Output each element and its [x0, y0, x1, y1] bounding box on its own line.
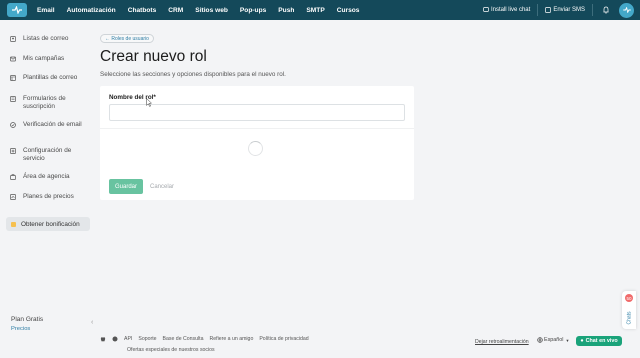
sidebar-item-templates[interactable]: Plantillas de correo	[10, 74, 92, 82]
loading-spinner-icon	[248, 141, 263, 156]
footer-link-support[interactable]: Soporte	[138, 336, 156, 342]
sidebar-item-agency[interactable]: Área de agencia	[10, 173, 92, 181]
pricing-icon	[10, 194, 16, 200]
sidebar-item-label: Formularios de suscripción	[23, 95, 66, 110]
nav-smtp[interactable]: SMTP	[306, 7, 324, 14]
footer-links: API Soporte Base de Consulta Refiere a u…	[100, 336, 315, 342]
nav-websites[interactable]: Sitios web	[195, 7, 228, 14]
sidebar-item-campaigns[interactable]: Mis campañas	[10, 55, 92, 63]
divider	[537, 4, 539, 16]
sidebar-item-label: Listas de correo	[23, 35, 69, 42]
logo-icon[interactable]	[7, 3, 27, 17]
avatar[interactable]	[619, 2, 634, 18]
plan-name: Plan Gratis	[11, 316, 44, 323]
nav-courses[interactable]: Cursos	[337, 7, 360, 14]
nav-automation[interactable]: Automatización	[67, 7, 116, 14]
sms-icon	[545, 7, 552, 13]
sidebar-item-label: Mis campañas	[23, 55, 65, 62]
divider	[100, 128, 414, 129]
live-chat-label: Chat en vivo	[585, 338, 618, 344]
sidebar-item-label: Verificación de email	[23, 121, 82, 128]
android-icon[interactable]	[112, 336, 118, 342]
nav-crm[interactable]: CRM	[168, 7, 183, 14]
page-title: Crear nuevo rol	[100, 48, 207, 65]
settings-icon	[10, 148, 16, 154]
main-nav: Email Automatización Chatbots CRM Sitios…	[37, 7, 371, 14]
bell-icon[interactable]	[602, 6, 610, 14]
nav-email[interactable]: Email	[37, 7, 55, 14]
collapse-sidebar-icon[interactable]: ‹	[91, 319, 93, 326]
sidebar-item-service-settings[interactable]: Configuración de servicio	[10, 147, 92, 162]
footer-link-privacy[interactable]: Política de privacidad	[259, 336, 308, 342]
top-nav-bar: Email Automatización Chatbots CRM Sitios…	[0, 0, 640, 20]
contacts-icon	[10, 36, 16, 42]
chat-icon	[483, 7, 489, 12]
sidebar-item-label: Obtener bonificación	[21, 220, 80, 228]
divider	[592, 4, 593, 16]
agency-icon	[10, 174, 16, 180]
language-select[interactable]: Español ▼	[537, 337, 569, 343]
sidebar-item-label: Área de agencia	[23, 173, 70, 180]
sidebar: Listas de correo Mis campañas Plantillas…	[0, 20, 96, 358]
cancel-button[interactable]: Cancelar	[150, 179, 174, 194]
mouse-cursor-icon	[146, 98, 152, 107]
verify-icon	[10, 122, 16, 128]
chats-badge: 50	[625, 294, 633, 302]
nav-push[interactable]: Push	[278, 7, 294, 14]
footer-link-refer[interactable]: Refiere a un amigo	[210, 336, 254, 342]
language-label: Español	[544, 337, 564, 343]
chats-side-tab[interactable]: 50 Chats	[622, 291, 636, 329]
feedback-link[interactable]: Dejar retroalimentación	[475, 339, 529, 345]
live-chat-button[interactable]: ● Chat en vivo	[576, 336, 622, 346]
campaigns-icon	[10, 56, 16, 62]
nav-popups[interactable]: Pop-ups	[240, 7, 266, 14]
sidebar-item-pricing[interactable]: Planes de precios	[10, 193, 92, 201]
install-live-chat-link[interactable]: Install live chat	[483, 7, 530, 13]
form-icon	[10, 96, 16, 102]
apple-icon[interactable]	[100, 336, 106, 342]
sidebar-item-label: Plantillas de correo	[23, 74, 78, 81]
top-actions: Install live chat Enviar SMS	[476, 0, 634, 20]
install-live-chat-label: Install live chat	[490, 7, 531, 13]
sidebar-item-bonus[interactable]: Obtener bonificación	[6, 217, 90, 231]
save-button[interactable]: Guardar	[109, 179, 143, 194]
send-sms-label: Enviar SMS	[553, 7, 585, 13]
sidebar-item-forms[interactable]: Formularios de suscripción	[10, 95, 92, 110]
sidebar-item-email-verification[interactable]: Verificación de email	[10, 121, 92, 129]
globe-icon	[537, 337, 543, 343]
template-icon	[10, 75, 16, 81]
sidebar-item-label: Planes de precios	[23, 193, 74, 200]
breadcrumb[interactable]: ← Roles de usuario	[100, 34, 154, 43]
chat-bubble-icon: ●	[580, 338, 584, 344]
chats-label: Chats	[626, 311, 633, 325]
send-sms-link[interactable]: Enviar SMS	[545, 7, 585, 13]
chevron-down-icon: ▼	[565, 337, 570, 343]
gift-icon	[11, 221, 16, 227]
page-subtitle: Seleccione las secciones y opciones disp…	[100, 71, 286, 78]
nav-chatbots[interactable]: Chatbots	[128, 7, 157, 14]
pricing-link[interactable]: Precios	[11, 326, 30, 332]
footer-link-offers[interactable]: Ofertas especiales de nuestros socios	[127, 347, 215, 353]
role-name-input[interactable]	[109, 104, 405, 121]
footer-link-api[interactable]: API	[124, 336, 132, 342]
footer-link-knowledge-base[interactable]: Base de Consulta	[163, 336, 204, 342]
sidebar-item-mailing-lists[interactable]: Listas de correo	[10, 35, 92, 43]
sidebar-item-label: Configuración de servicio	[23, 147, 72, 162]
